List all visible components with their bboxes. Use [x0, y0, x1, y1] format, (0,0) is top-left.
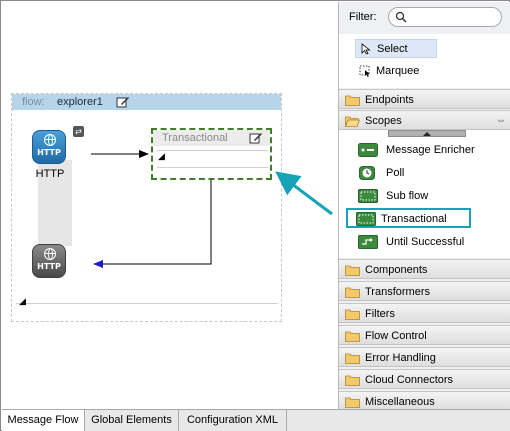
clock-icon [359, 166, 375, 180]
folder-icon [345, 397, 360, 408]
marquee-tool[interactable]: Marquee [355, 62, 437, 81]
filter-label: Filter: [349, 11, 377, 23]
marquee-tool-label: Marquee [376, 65, 420, 77]
category-miscellaneous[interactable]: Miscellaneous [339, 391, 510, 411]
folder-icon [345, 265, 360, 276]
transactional-scope[interactable]: Transactional ◢ [151, 128, 272, 180]
palette-item-message-enricher[interactable]: Message Enricher [355, 140, 505, 160]
category-filters[interactable]: Filters [339, 303, 510, 323]
folder-icon [345, 287, 360, 298]
collapse-icon[interactable]: ◢ [19, 297, 27, 306]
until-successful-icon [358, 235, 378, 249]
category-endpoints[interactable]: Endpoints [339, 89, 510, 109]
select-tool[interactable]: Select [355, 39, 437, 58]
palette-item-until-successful[interactable]: Until Successful [355, 232, 505, 252]
category-label: Miscellaneous [365, 396, 435, 408]
flow-header[interactable]: flow: explorer1 [12, 94, 281, 110]
edit-icon[interactable] [116, 95, 130, 109]
palette-item-poll[interactable]: Poll [355, 163, 505, 183]
drag-hint-arrow [275, 171, 333, 216]
transactional-scope-header[interactable]: Transactional [153, 130, 270, 146]
folder-icon [345, 95, 360, 106]
globe-icon [44, 134, 56, 146]
studio-window: flow: explorer1 HTTP ⇄ HTTP HTTP Transac… [0, 0, 510, 431]
transactional-scope-lane[interactable] [157, 150, 268, 168]
folder-icon [345, 331, 360, 342]
flow-name: explorer1 [57, 96, 103, 108]
palette-item-label: Message Enricher [386, 144, 475, 156]
category-label: Error Handling [365, 352, 436, 364]
http-response-icon[interactable]: HTTP [32, 244, 66, 278]
pointer-icon [361, 43, 371, 55]
message-enricher-icon [358, 143, 378, 157]
tab-configuration-xml[interactable]: Configuration XML [179, 410, 287, 431]
category-label: Flow Control [365, 330, 427, 342]
editor-tabs: Message Flow Global Elements Configurati… [2, 409, 510, 431]
http-icon-text: HTTP [37, 148, 61, 157]
tab-global-elements[interactable]: Global Elements [85, 410, 179, 431]
http-response-icon-text: HTTP [37, 262, 61, 271]
globe-icon [44, 248, 56, 260]
folder-icon [345, 375, 360, 386]
category-transformers[interactable]: Transformers [339, 281, 510, 301]
flow-error-lane-divider [16, 303, 278, 304]
palette-item-label: Poll [386, 167, 405, 179]
collapse-icon[interactable]: ◢ [158, 152, 166, 161]
palette-filter-row: Filter: [339, 2, 510, 32]
category-label: Transformers [365, 286, 430, 298]
category-cloud-connectors[interactable]: Cloud Connectors [339, 369, 510, 389]
palette-item-transactional[interactable]: Transactional [346, 208, 471, 228]
folder-open-icon [345, 116, 360, 127]
folder-icon [345, 353, 360, 364]
select-tool-label: Select [377, 43, 408, 55]
category-error-handling[interactable]: Error Handling [339, 347, 510, 367]
folder-icon [345, 309, 360, 320]
layout-toggle-icon[interactable]: ⇔ [496, 115, 506, 126]
category-flow-control[interactable]: Flow Control [339, 325, 510, 345]
category-components[interactable]: Components [339, 259, 510, 279]
category-label: Scopes [365, 115, 402, 127]
exchange-pattern-icon: ⇄ [73, 126, 84, 137]
category-label: Cloud Connectors [365, 374, 454, 386]
palette-tools: Select Marquee [339, 34, 510, 88]
scopes-list: Message Enricher Poll Sub flow Transacti… [339, 130, 510, 258]
palette-panel: Filter: Select Marquee Endpoints Scopes … [338, 2, 510, 411]
message-flow-canvas[interactable]: flow: explorer1 HTTP ⇄ HTTP HTTP Transac… [2, 2, 338, 409]
category-scopes[interactable]: Scopes ⇔ [339, 110, 510, 130]
transactional-icon [356, 212, 376, 226]
category-label: Endpoints [365, 94, 414, 106]
transactional-scope-title: Transactional [162, 132, 228, 144]
category-label: Components [365, 264, 428, 276]
palette-item-label: Until Successful [386, 236, 465, 248]
http-endpoint-label: HTTP [35, 168, 65, 180]
flow-container[interactable]: flow: explorer1 HTTP ⇄ HTTP HTTP Transac… [11, 93, 282, 322]
sub-flow-icon [358, 189, 378, 203]
marquee-icon [359, 65, 370, 77]
edit-icon[interactable] [249, 131, 263, 145]
category-label: Filters [365, 308, 395, 320]
search-icon [395, 11, 407, 23]
flow-key-label: flow: [22, 96, 45, 108]
scroll-up-button[interactable] [388, 130, 466, 137]
palette-item-label: Transactional [381, 213, 447, 225]
http-inbound-icon[interactable]: HTTP [32, 130, 66, 164]
tab-message-flow[interactable]: Message Flow [2, 410, 85, 431]
palette-item-sub-flow[interactable]: Sub flow [355, 186, 505, 206]
palette-item-label: Sub flow [386, 190, 429, 202]
